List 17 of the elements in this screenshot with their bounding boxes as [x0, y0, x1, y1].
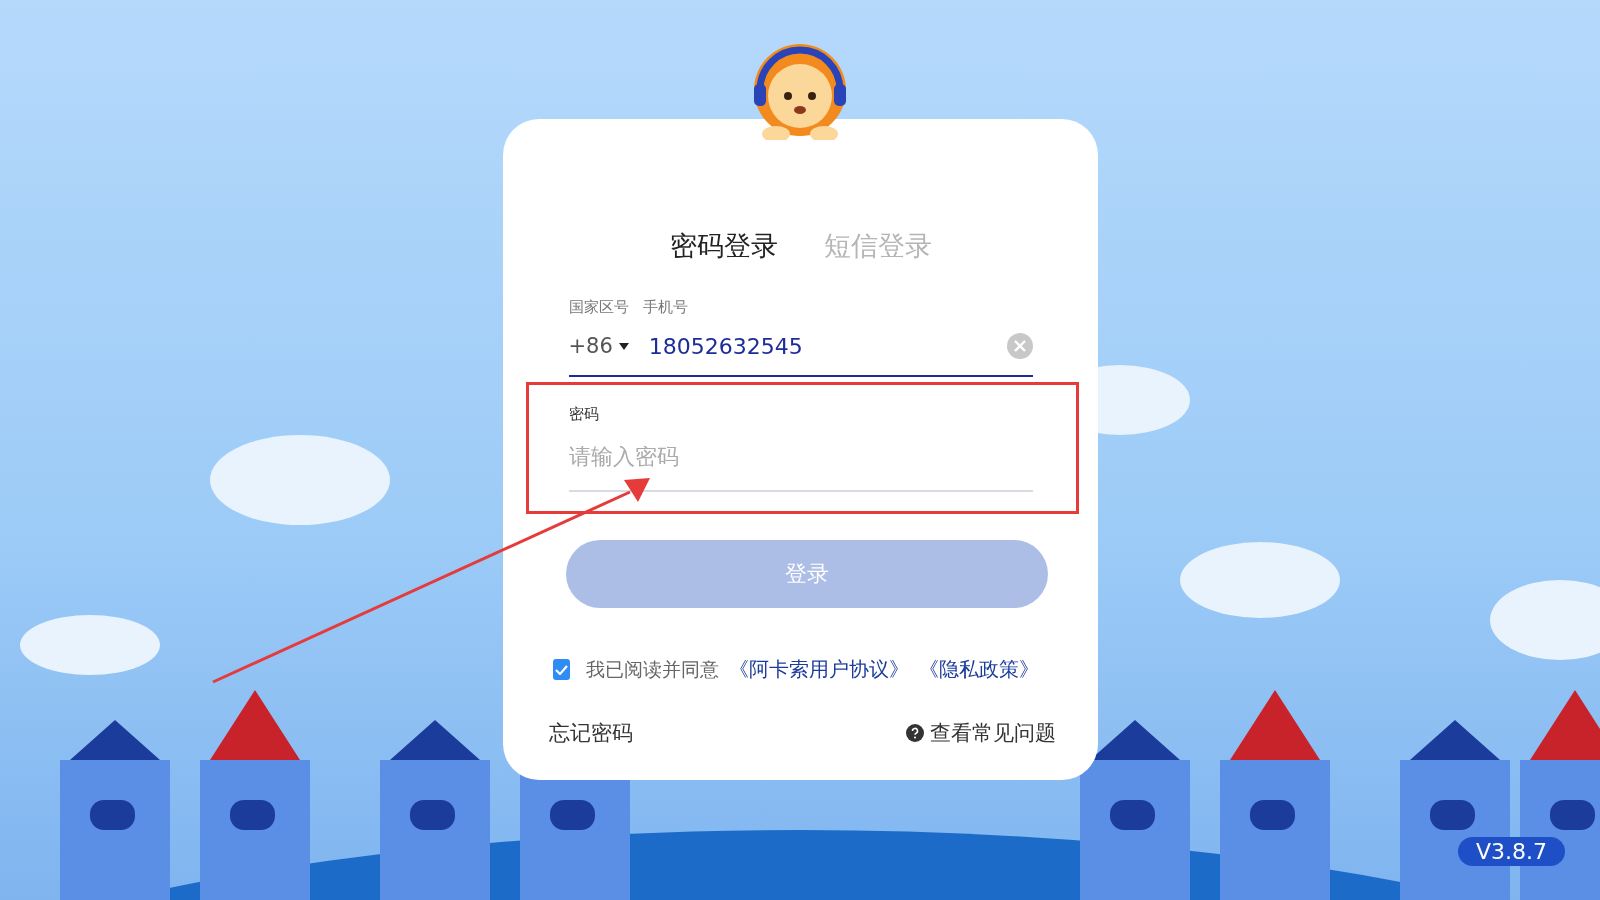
country-code-label: 国家区号: [568, 298, 629, 317]
close-icon: [1013, 340, 1026, 352]
help-icon: [905, 724, 924, 742]
agreement-text: 我已阅读并同意: [585, 656, 719, 682]
policy-link[interactable]: 《阿卡索用户协议》: [728, 656, 909, 683]
phone-input[interactable]: 18052632545: [648, 333, 1007, 359]
version-badge: V3.8.7: [1457, 837, 1565, 866]
policy-link[interactable]: 《隐私政策》: [918, 656, 1039, 683]
phone-label: 手机号: [642, 298, 688, 317]
faq-link-text: 查看常见问题: [929, 720, 1056, 747]
caret-icon: [618, 342, 629, 350]
agreement-checkbox[interactable]: [552, 659, 570, 680]
login-tab[interactable]: 密码登录: [670, 228, 778, 264]
password-label: 密码: [568, 405, 600, 424]
forgot-password-link[interactable]: 忘记密码: [548, 719, 633, 747]
country-code-dropdown[interactable]: +86: [568, 334, 629, 358]
faq-link[interactable]: 查看常见问题: [905, 719, 1056, 747]
